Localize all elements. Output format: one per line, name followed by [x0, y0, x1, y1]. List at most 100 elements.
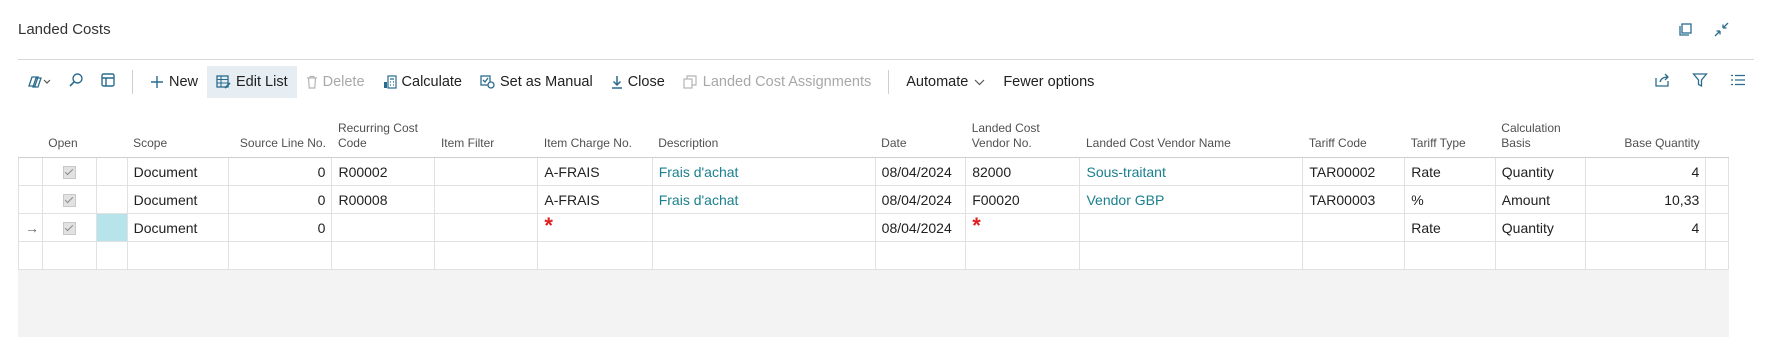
date-cell[interactable]: 08/04/2024 — [875, 157, 967, 186]
share-button[interactable] — [1646, 66, 1678, 98]
vendor-no-cell[interactable]: * — [965, 213, 1081, 242]
landed-cost-assignments-button[interactable]: Landed Cost Assignments — [674, 66, 880, 98]
delete-button[interactable]: Delete — [297, 66, 374, 98]
empty-cell[interactable] — [1302, 241, 1406, 270]
empty-cell[interactable] — [127, 241, 230, 270]
tariff-code-cell[interactable] — [1302, 213, 1406, 242]
tariff-type-cell[interactable]: % — [1404, 185, 1496, 214]
column-header-base-quantity[interactable]: Base Quantity — [1585, 103, 1706, 158]
column-header-item-filter[interactable]: Item Filter — [434, 103, 538, 158]
empty-cell[interactable] — [965, 241, 1081, 270]
column-header-tariff-code[interactable]: Tariff Code — [1302, 103, 1405, 158]
table-row-current[interactable]: → Document 0 * 08/04/2024 * Rate Quantit… — [18, 213, 1729, 242]
calculation-basis-cell[interactable]: Quantity — [1495, 157, 1587, 186]
vendor-no-cell[interactable]: F00020 — [965, 185, 1081, 214]
column-header-landed-cost-vendor-name[interactable]: Landed Cost Vendor Name — [1079, 103, 1303, 158]
vendor-name-cell[interactable]: Vendor GBP — [1079, 185, 1304, 214]
date-cell[interactable]: 08/04/2024 — [875, 185, 967, 214]
recurring-cost-code-cell[interactable]: R00002 — [331, 157, 436, 186]
base-quantity-cell[interactable]: 10,33 — [1585, 185, 1707, 214]
vendor-name-cell[interactable]: Sous-traitant — [1079, 157, 1304, 186]
empty-cell[interactable] — [1585, 241, 1707, 270]
row-select-cell[interactable] — [96, 157, 128, 186]
overflow-cell — [1705, 241, 1729, 270]
column-header-scope[interactable]: Scope — [127, 103, 229, 158]
edit-list-button[interactable]: Edit List — [207, 66, 297, 98]
tariff-type-cell[interactable]: Rate — [1404, 213, 1496, 242]
empty-new-row[interactable] — [18, 241, 1729, 270]
actions-menu-button[interactable] — [18, 66, 60, 98]
open-in-new-window-icon[interactable] — [1676, 20, 1694, 38]
column-header-source-line-no[interactable]: Source Line No. — [228, 103, 332, 158]
scope-cell[interactable]: Document — [127, 185, 230, 214]
source-line-no-cell[interactable]: 0 — [228, 213, 333, 242]
empty-cell[interactable] — [537, 241, 653, 270]
date-cell[interactable]: 08/04/2024 — [875, 213, 967, 242]
item-filter-cell[interactable] — [434, 213, 539, 242]
search-button[interactable] — [60, 66, 92, 98]
empty-cell[interactable] — [42, 241, 98, 270]
tariff-code-cell[interactable]: TAR00002 — [1302, 157, 1406, 186]
view-layout-button[interactable] — [92, 66, 124, 98]
description-cell[interactable]: Frais d'achat — [652, 157, 876, 186]
description-cell[interactable]: Frais d'achat — [652, 185, 876, 214]
column-header-tariff-type[interactable]: Tariff Type — [1404, 103, 1496, 158]
scope-cell[interactable]: Document — [127, 157, 230, 186]
description-cell[interactable] — [652, 213, 876, 242]
row-select-cell[interactable] — [96, 213, 128, 242]
item-charge-no-cell[interactable]: A-FRAIS — [537, 185, 653, 214]
open-checkbox[interactable] — [62, 222, 76, 236]
close-button[interactable]: Close — [602, 66, 674, 98]
empty-cell[interactable] — [1404, 241, 1496, 270]
tariff-code-cell[interactable]: TAR00003 — [1302, 185, 1406, 214]
calculate-button[interactable]: Calculate — [374, 66, 471, 98]
item-charge-no-cell[interactable]: * — [537, 213, 653, 242]
source-line-no-cell[interactable]: 0 — [228, 157, 333, 186]
collapse-icon[interactable] — [1712, 20, 1730, 38]
empty-cell[interactable] — [228, 241, 333, 270]
column-header-description[interactable]: Description — [652, 103, 876, 158]
base-quantity-cell[interactable]: 4 — [1585, 213, 1707, 242]
filter-button[interactable] — [1684, 66, 1716, 98]
row-indicator-cell[interactable] — [18, 241, 43, 270]
list-view-button[interactable] — [1722, 66, 1754, 98]
empty-cell[interactable] — [875, 241, 967, 270]
column-header-date[interactable]: Date — [875, 103, 966, 158]
empty-cell[interactable] — [1495, 241, 1587, 270]
calculation-basis-cell[interactable]: Quantity — [1495, 213, 1587, 242]
row-select-cell[interactable] — [96, 185, 128, 214]
column-header-landed-cost-vendor-no[interactable]: Landed Cost Vendor No. — [965, 103, 1080, 158]
item-filter-cell[interactable] — [434, 157, 539, 186]
set-as-manual-button[interactable]: Set as Manual — [471, 66, 602, 98]
column-header-calculation-basis[interactable]: Calculation Basis — [1495, 103, 1586, 158]
recurring-cost-code-cell[interactable] — [331, 213, 436, 242]
table-row[interactable]: Document 0 R00002 A-FRAIS Frais d'achat … — [18, 157, 1729, 186]
base-quantity-cell[interactable]: 4 — [1585, 157, 1707, 186]
row-indicator-cell[interactable] — [18, 157, 43, 186]
open-checkbox[interactable] — [62, 166, 76, 180]
open-checkbox[interactable] — [62, 194, 76, 208]
empty-cell[interactable] — [434, 241, 539, 270]
empty-cell[interactable] — [331, 241, 436, 270]
recurring-cost-code-cell[interactable]: R00008 — [331, 185, 436, 214]
current-row-arrow-icon[interactable]: → — [18, 213, 43, 242]
vendor-name-cell[interactable] — [1079, 213, 1304, 242]
empty-cell[interactable] — [96, 241, 128, 270]
empty-cell[interactable] — [1079, 241, 1304, 270]
item-charge-no-cell[interactable]: A-FRAIS — [537, 157, 653, 186]
column-header-item-charge-no[interactable]: Item Charge No. — [537, 103, 653, 158]
calculation-basis-cell[interactable]: Amount — [1495, 185, 1587, 214]
table-row[interactable]: Document 0 R00008 A-FRAIS Frais d'achat … — [18, 185, 1729, 214]
column-header-recurring-cost-code[interactable]: Recurring Cost Code — [331, 103, 435, 158]
column-header-open[interactable]: Open — [42, 103, 97, 158]
item-filter-cell[interactable] — [434, 185, 539, 214]
source-line-no-cell[interactable]: 0 — [228, 185, 333, 214]
tariff-type-cell[interactable]: Rate — [1404, 157, 1496, 186]
new-button[interactable]: New — [141, 66, 207, 98]
vendor-no-cell[interactable]: 82000 — [965, 157, 1081, 186]
empty-cell[interactable] — [652, 241, 876, 270]
automate-menu-button[interactable]: Automate — [897, 66, 994, 98]
scope-cell[interactable]: Document — [127, 213, 230, 242]
fewer-options-button[interactable]: Fewer options — [994, 66, 1103, 98]
row-indicator-cell[interactable] — [18, 185, 43, 214]
